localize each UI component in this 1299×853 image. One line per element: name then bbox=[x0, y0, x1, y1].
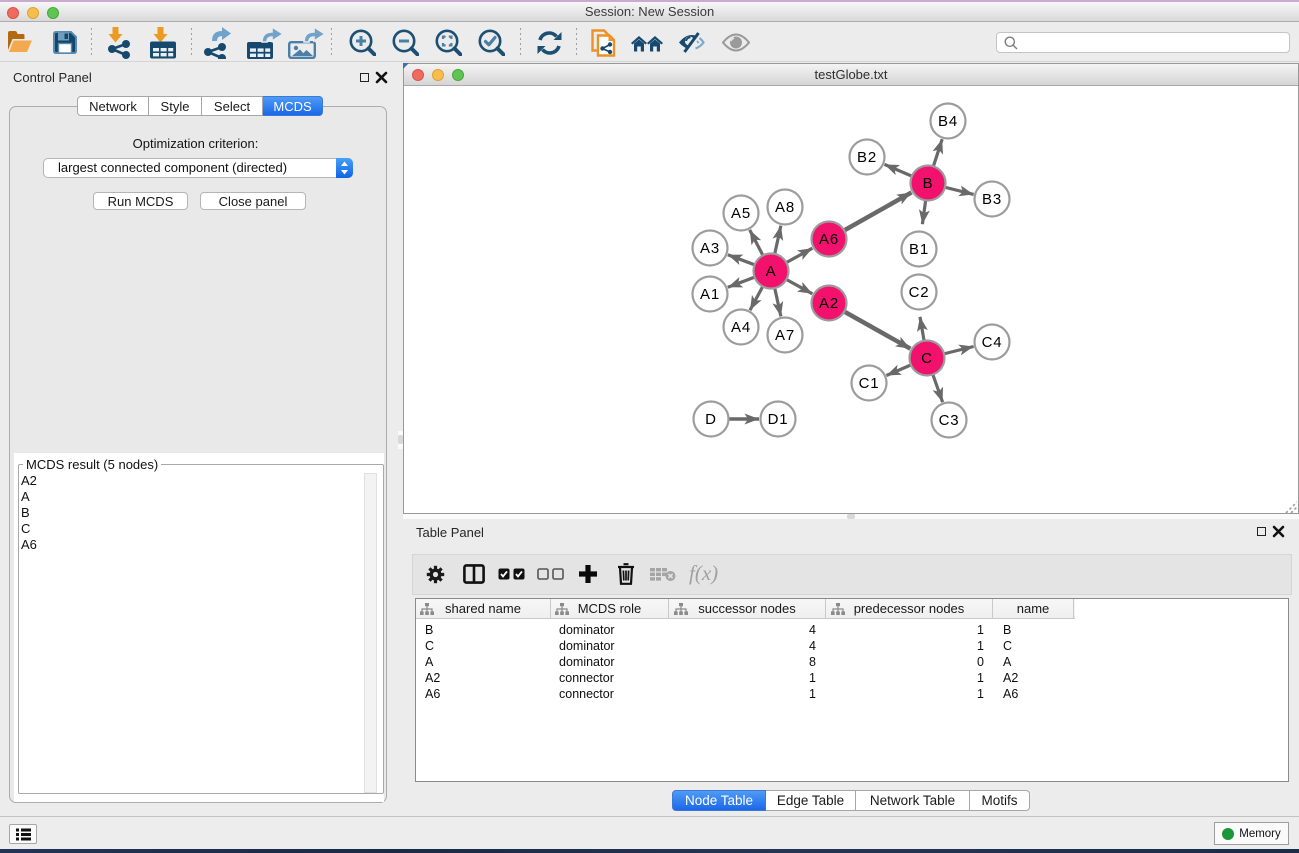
svg-text:B: B bbox=[923, 175, 934, 192]
svg-text:A5: A5 bbox=[731, 205, 751, 222]
svg-text:C4: C4 bbox=[982, 334, 1003, 351]
svg-text:C2: C2 bbox=[909, 284, 930, 301]
svg-text:A7: A7 bbox=[775, 327, 795, 344]
svg-text:A4: A4 bbox=[731, 319, 751, 336]
svg-text:B3: B3 bbox=[982, 191, 1002, 208]
svg-text:A8: A8 bbox=[775, 199, 795, 216]
svg-text:A1: A1 bbox=[700, 286, 720, 303]
svg-text:B1: B1 bbox=[909, 241, 929, 258]
svg-text:A2: A2 bbox=[819, 295, 839, 312]
svg-text:A: A bbox=[766, 263, 777, 280]
svg-text:D1: D1 bbox=[768, 411, 789, 428]
svg-text:D: D bbox=[705, 411, 717, 428]
svg-text:C: C bbox=[921, 350, 933, 367]
svg-text:B2: B2 bbox=[857, 149, 877, 166]
svg-text:C1: C1 bbox=[859, 375, 880, 392]
svg-text:B4: B4 bbox=[938, 113, 958, 130]
svg-text:A3: A3 bbox=[700, 240, 720, 257]
svg-text:A6: A6 bbox=[819, 231, 839, 248]
svg-text:C3: C3 bbox=[939, 412, 960, 429]
